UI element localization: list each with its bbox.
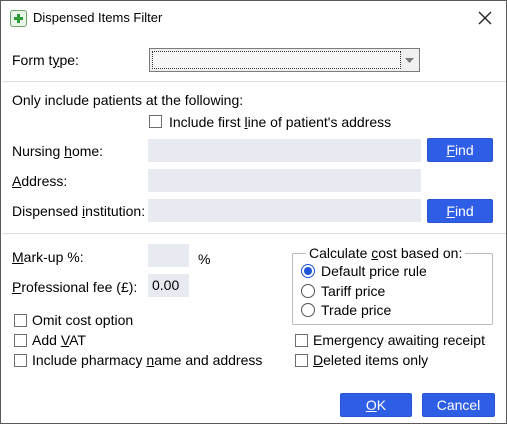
add-vat-label: Add VAT <box>32 332 86 348</box>
form-type-label: Form type: <box>12 52 79 68</box>
professional-fee-field[interactable]: 0.00 <box>148 274 189 297</box>
tariff-price-label: Tariff price <box>321 283 386 299</box>
calculate-cost-title: Calculate cost based on: <box>306 245 466 261</box>
cancel-button[interactable]: Cancel <box>422 393 495 417</box>
include-pharmacy-checkbox[interactable] <box>14 354 27 367</box>
divider <box>2 233 506 234</box>
address-label: Address: <box>12 173 68 189</box>
omit-cost-label: Omit cost option <box>32 312 134 328</box>
dispensed-institution-label: Dispensed institution: <box>12 203 146 219</box>
nursing-home-label: Nursing home: <box>12 143 104 159</box>
add-vat-checkbox[interactable] <box>14 334 27 347</box>
dispensed-institution-field[interactable] <box>148 199 421 222</box>
emergency-checkbox[interactable] <box>295 334 308 347</box>
default-price-label: Default price rule <box>321 263 427 279</box>
emergency-label: Emergency awaiting receipt <box>313 332 485 348</box>
address-field[interactable] <box>148 169 421 192</box>
include-first-line-label: Include first line of patient's address <box>169 114 392 130</box>
include-pharmacy-label: Include pharmacy name and address <box>32 352 263 368</box>
window-title: Dispensed Items Filter <box>33 10 163 25</box>
trade-price-radio[interactable] <box>301 303 315 317</box>
markup-field[interactable] <box>148 244 189 267</box>
default-price-radio[interactable] <box>301 264 315 278</box>
omit-cost-checkbox[interactable] <box>14 314 27 327</box>
find-institution-button[interactable]: Find <box>427 199 493 223</box>
form-type-value <box>152 51 401 69</box>
professional-fee-label: Professional fee (£): <box>12 279 138 295</box>
nursing-home-field[interactable] <box>148 139 421 162</box>
find-nursing-home-button[interactable]: Find <box>427 138 493 162</box>
ok-button[interactable]: OK <box>340 393 412 417</box>
deleted-items-checkbox[interactable] <box>295 354 308 367</box>
close-icon <box>478 11 492 25</box>
trade-price-label: Trade price <box>321 302 392 318</box>
include-first-line-checkbox[interactable] <box>149 115 162 128</box>
tariff-price-radio[interactable] <box>301 284 315 298</box>
chevron-down-icon[interactable] <box>401 50 418 70</box>
markup-label: Mark-up %: <box>12 249 84 265</box>
dispensed-items-filter-dialog: Dispensed Items Filter Form type: Only i… <box>0 0 507 424</box>
close-button[interactable] <box>467 3 503 33</box>
deleted-items-label: Deleted items only <box>313 352 429 368</box>
form-type-select[interactable] <box>149 48 420 72</box>
markup-unit: % <box>198 251 211 267</box>
pharmacy-cross-icon <box>10 10 27 27</box>
title-bar: Dispensed Items Filter <box>1 1 506 34</box>
patients-heading: Only include patients at the following: <box>12 92 244 108</box>
divider <box>2 81 506 82</box>
